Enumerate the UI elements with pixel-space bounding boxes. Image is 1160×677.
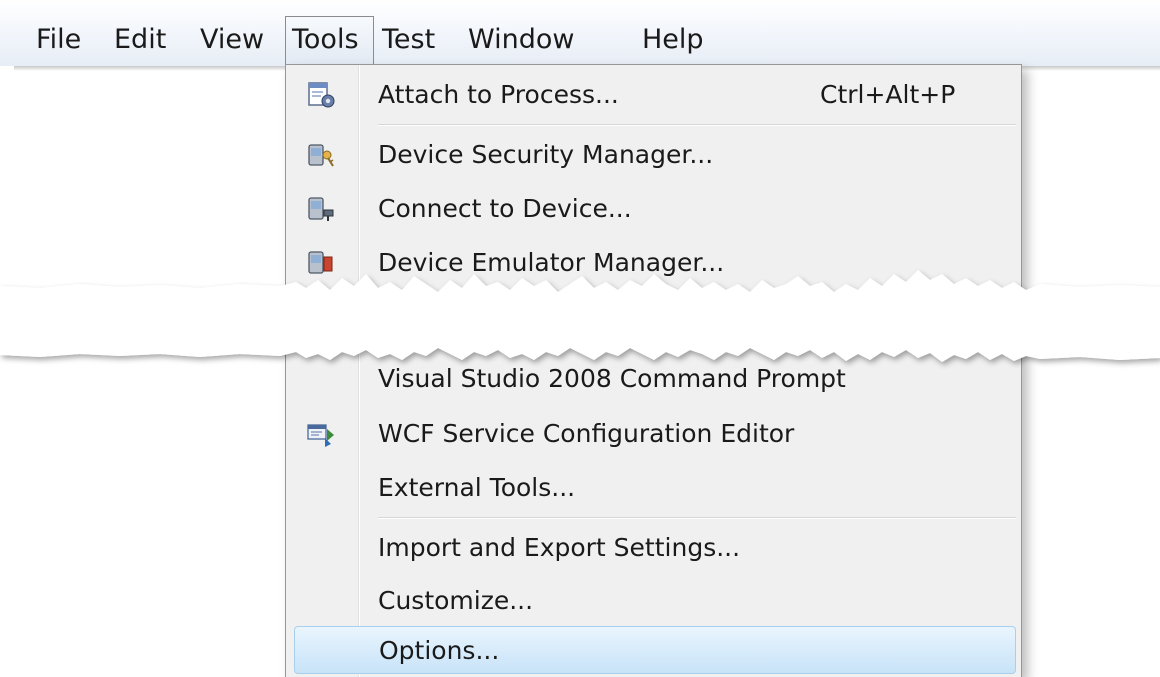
menu-item-label: WCF Service Configuration Editor — [378, 419, 795, 448]
menu-item-label: External Tools... — [378, 473, 576, 502]
menu-item-label: Customize... — [378, 586, 534, 615]
menu-item-label: Device Security Manager... — [378, 140, 714, 169]
menu-test[interactable]: Test — [376, 18, 441, 62]
menu-item-customize[interactable]: Customize... — [286, 577, 1021, 625]
torn-paper-break — [0, 270, 1160, 362]
menu-item-label: Options... — [379, 636, 500, 665]
menu-item-label: Attach to Process... — [378, 80, 619, 109]
menu-tools[interactable]: Tools — [285, 16, 374, 64]
device-security-icon — [308, 144, 334, 167]
menu-window[interactable]: Window — [462, 18, 580, 62]
menu-item-device-security-manager[interactable]: Device Security Manager... — [286, 131, 1021, 179]
connect-device-icon — [308, 197, 334, 221]
attach-process-icon — [308, 82, 335, 108]
shortcut-label: Ctrl+Alt+P — [820, 80, 956, 109]
menu-item-connect-to-device[interactable]: Connect to Device... — [286, 185, 1021, 233]
menu-item-external-tools[interactable]: External Tools... — [286, 464, 1021, 512]
menu-file[interactable]: File — [30, 18, 87, 62]
wcf-config-icon — [307, 424, 334, 447]
menu-item-options[interactable]: Options... — [294, 626, 1016, 674]
menu-view[interactable]: View — [194, 18, 270, 62]
menu-item-import-export-settings[interactable]: Import and Export Settings... — [286, 524, 1021, 572]
menu-separator — [378, 124, 1016, 126]
menu-edit[interactable]: Edit — [108, 18, 172, 62]
menu-help[interactable]: Help — [636, 18, 710, 62]
menu-item-attach-to-process[interactable]: Attach to Process... Ctrl+Alt+P — [286, 71, 1021, 119]
menu-bar: File Edit View Tools Test Window Help — [0, 0, 1160, 71]
menu-item-label: Connect to Device... — [378, 194, 632, 223]
menu-item-wcf-config-editor[interactable]: WCF Service Configuration Editor — [286, 410, 1021, 458]
menu-item-label: Import and Export Settings... — [378, 533, 741, 562]
menu-separator — [378, 517, 1016, 519]
